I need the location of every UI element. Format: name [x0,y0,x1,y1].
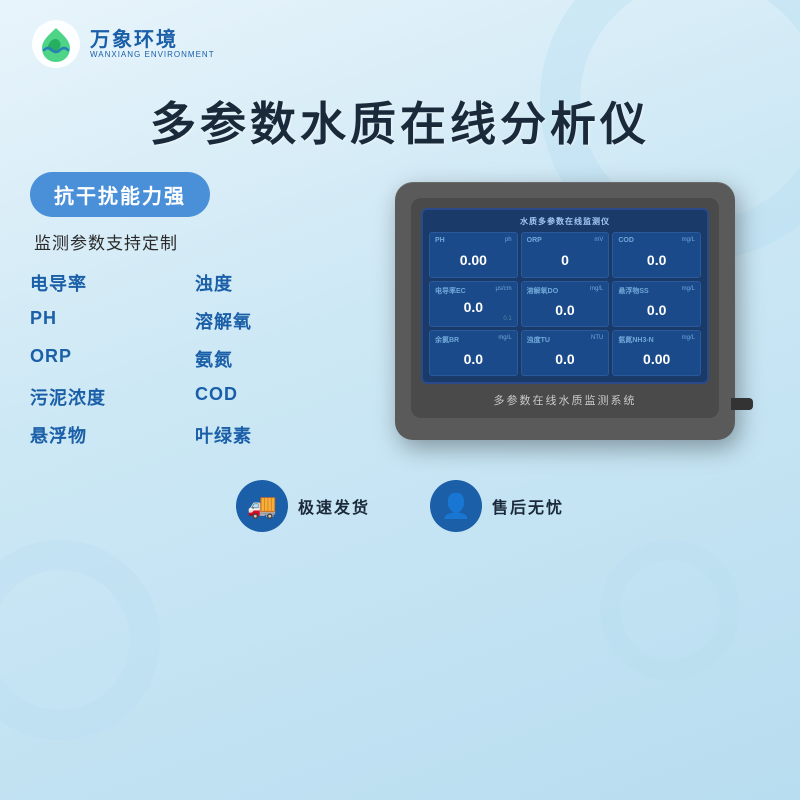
lcd-cell-nh3: 氨氮NH3-N mg/L 0.00 [612,330,701,376]
main-title: 多参数水质在线分析仪 [0,80,800,172]
param-rongjiieyang: 溶解氧 [195,306,340,336]
param-orp: ORP [30,344,175,374]
lcd-cell-ss: 悬浮物SS mg/L 0.0 [612,281,701,327]
logo-text: 万象环境 WANXIANG ENVIRONMENT [90,29,215,60]
bottom-row: 🚚 极速发货 👤 售后无忧 [0,460,800,542]
lcd-cell-br: 余氯BR mg/L 0.0 [429,330,518,376]
header: 万象环境 WANXIANG ENVIRONMENT [0,0,800,80]
lcd-cell-ec: 电导率EC μs/cm 0.0 0.1 [429,281,518,327]
device-inner: 水质多参数在线监测仪 PH ph 0.00 [411,198,719,418]
lcd-screen: 水质多参数在线监测仪 PH ph 0.00 [421,208,709,384]
shipping-text: 极速发货 [298,494,370,518]
device-label: 多参数在线水质监测系统 [421,392,709,408]
param-ammonium: 氨氮 [195,344,340,374]
param-ph: PH [30,306,175,336]
lcd-title: 水质多参数在线监测仪 [429,216,701,227]
left-panel: 抗干扰能力强 监测参数支持定制 电导率 浊度 PH 溶解氧 ORP 氨氮 污泥浓… [30,172,340,450]
device-cable [731,398,753,410]
bottom-feature-shipping: 🚚 极速发货 [236,480,370,532]
device: 水质多参数在线监测仪 PH ph 0.00 [395,182,735,440]
logo-icon [30,18,82,70]
lcd-cell-do: 溶解氧DO mg/L 0.0 [521,281,610,327]
logo-en: WANXIANG ENVIRONMENT [90,51,215,60]
param-dianduv: 电导率 [30,268,175,298]
lcd-cell-orp: ORP mV 0 [521,232,610,278]
service-text: 售后无忧 [492,494,564,518]
param-zhidu: 浊度 [195,268,340,298]
bottom-feature-service: 👤 售后无忧 [430,480,564,532]
right-panel: 水质多参数在线监测仪 PH ph 0.00 [350,172,780,440]
lcd-cell-ph: PH ph 0.00 [429,232,518,278]
params-grid: 电导率 浊度 PH 溶解氧 ORP 氨氮 污泥浓度 COD 悬浮物 叶绿素 [30,268,340,450]
param-sludge: 污泥浓度 [30,382,175,412]
logo-cn: 万象环境 [90,29,215,51]
shipping-icon: 🚚 [236,480,288,532]
feature-badge: 抗干扰能力强 [30,172,210,217]
param-cod: COD [195,382,340,412]
service-icon: 👤 [430,480,482,532]
lcd-grid: PH ph 0.00 ORP mV [429,232,701,376]
lcd-cell-cod: COD mg/L 0.0 [612,232,701,278]
content-row: 抗干扰能力强 监测参数支持定制 电导率 浊度 PH 溶解氧 ORP 氨氮 污泥浓… [0,172,800,450]
logo-area: 万象环境 WANXIANG ENVIRONMENT [30,18,215,70]
lcd-cell-tu: 浊度TU NTU 0.0 [521,330,610,376]
param-suspended: 悬浮物 [30,420,175,450]
support-text: 监测参数支持定制 [30,229,340,254]
param-chlorophyll: 叶绿素 [195,420,340,450]
